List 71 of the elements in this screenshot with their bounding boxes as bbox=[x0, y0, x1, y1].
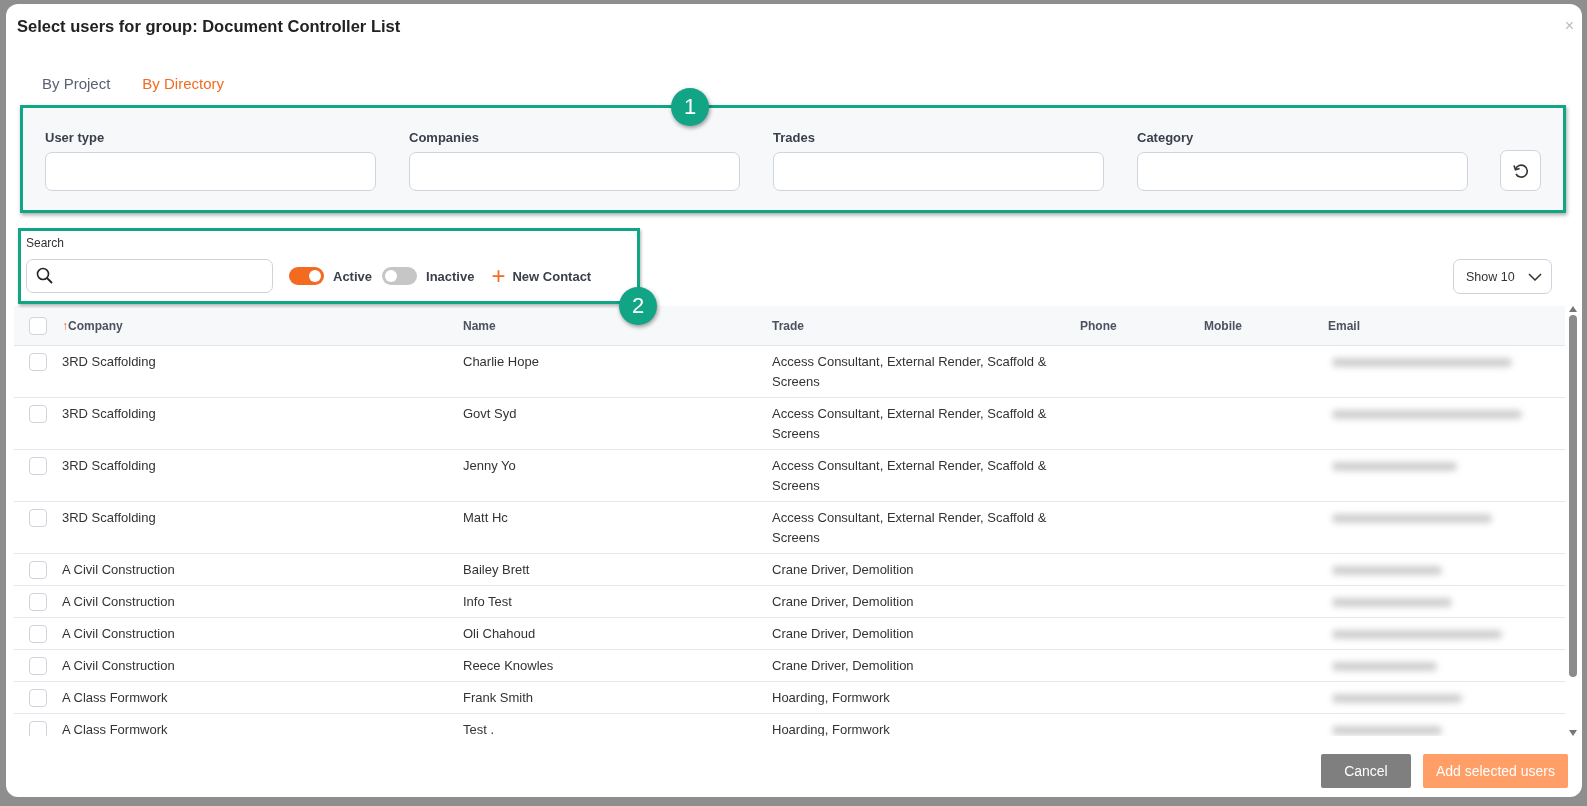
table-cell: Bailey Brett bbox=[463, 562, 530, 577]
row-checkbox[interactable] bbox=[29, 625, 47, 643]
chevron-down-icon bbox=[1528, 272, 1542, 281]
table-cell-text: Access Consultant, External Render, Scaffold & Screens bbox=[772, 353, 1048, 391]
scrollbar[interactable] bbox=[1568, 306, 1578, 736]
row-checkbox[interactable] bbox=[29, 509, 47, 527]
annotation-badge: 2 bbox=[619, 287, 657, 325]
field-label: Companies bbox=[409, 130, 481, 145]
row-checkbox[interactable] bbox=[29, 457, 47, 475]
table-cell: 3RD Scaffolding bbox=[62, 458, 156, 473]
table-cell: A Civil Construction bbox=[62, 594, 175, 609]
field-label: Trades bbox=[773, 130, 816, 145]
toggle-switch[interactable] bbox=[382, 267, 418, 285]
row-checkbox[interactable] bbox=[29, 657, 47, 675]
toggle-switch[interactable] bbox=[289, 267, 324, 285]
annotation-badge: 1 bbox=[671, 88, 709, 126]
table-cell: Govt Syd bbox=[463, 406, 517, 421]
table-cell: Oli Chahoud bbox=[463, 626, 536, 641]
search-label: Search bbox=[26, 236, 66, 252]
column-header[interactable]: Mobile bbox=[1204, 318, 1328, 333]
select-all-checkbox[interactable] bbox=[29, 316, 47, 335]
dialog-button[interactable]: Cancel bbox=[1320, 754, 1411, 788]
field-label: User type bbox=[45, 130, 106, 145]
toggle-label: Active bbox=[333, 268, 373, 284]
new-contact-button[interactable]: + New Contact bbox=[484, 267, 592, 285]
table-cell-text: Hoarding, Formwork bbox=[772, 721, 891, 736]
dialog-title: Select users for group: Document Controller List bbox=[16, 17, 401, 36]
table-cell-text: Access Consultant, External Render, Scaffold & Screens bbox=[772, 457, 1048, 495]
table-cell: Reece Knowles bbox=[463, 658, 554, 673]
select-field[interactable] bbox=[773, 152, 1104, 191]
field-label: Category bbox=[1137, 130, 1195, 145]
select-field[interactable] bbox=[45, 152, 376, 191]
reset-button[interactable] bbox=[1500, 150, 1541, 191]
table-cell: Frank Smith bbox=[463, 690, 534, 705]
select-field[interactable] bbox=[409, 152, 740, 191]
page-size-dropdown[interactable]: Show 10 bbox=[1453, 259, 1552, 294]
select-field[interactable] bbox=[1137, 152, 1468, 191]
row-checkbox[interactable] bbox=[29, 689, 47, 707]
table-cell: A Civil Construction bbox=[62, 562, 175, 577]
column-header[interactable]: ↑Company bbox=[62, 318, 463, 333]
table-cell: Test . bbox=[463, 722, 495, 736]
table-cell: 3RD Scaffolding bbox=[62, 510, 156, 525]
table-cell-text: Hoarding, Formwork bbox=[772, 689, 891, 707]
table-cell-text: Crane Driver, Demolition bbox=[772, 625, 915, 643]
row-checkbox[interactable] bbox=[29, 405, 47, 423]
tab[interactable]: By Project bbox=[42, 73, 111, 93]
table-cell: A Civil Construction bbox=[62, 626, 175, 641]
table-cell-text: Crane Driver, Demolition bbox=[772, 593, 915, 611]
table-cell: 3RD Scaffolding bbox=[62, 354, 156, 369]
toggle-label: Inactive bbox=[426, 268, 475, 284]
column-header[interactable]: Email bbox=[1328, 318, 1565, 333]
table-cell: Jenny Yo bbox=[463, 458, 516, 473]
table-cell: A Class Formwork bbox=[62, 722, 168, 736]
table-cell: Charlie Hope bbox=[463, 354, 539, 369]
search-icon bbox=[36, 267, 54, 285]
row-checkbox[interactable] bbox=[29, 353, 47, 371]
table-cell-text: Crane Driver, Demolition bbox=[772, 657, 915, 675]
table-cell-text: Crane Driver, Demolition bbox=[772, 561, 915, 579]
table-cell: A Class Formwork bbox=[62, 690, 168, 705]
column-header[interactable]: Trade bbox=[772, 318, 1080, 333]
table-cell-text: Access Consultant, External Render, Scaffold & Screens bbox=[772, 509, 1048, 547]
column-header[interactable]: Phone bbox=[1080, 318, 1204, 333]
table-cell: Matt Hc bbox=[463, 510, 508, 525]
table-cell: 3RD Scaffolding bbox=[62, 406, 156, 421]
table-cell: Info Test bbox=[463, 594, 512, 609]
search-field[interactable] bbox=[26, 259, 273, 293]
row-checkbox[interactable] bbox=[29, 561, 47, 579]
row-checkbox[interactable] bbox=[29, 593, 47, 611]
table-cell-text: Access Consultant, External Render, Scaffold & Screens bbox=[772, 405, 1048, 443]
row-checkbox[interactable] bbox=[29, 721, 47, 736]
table-cell: A Civil Construction bbox=[62, 658, 175, 673]
